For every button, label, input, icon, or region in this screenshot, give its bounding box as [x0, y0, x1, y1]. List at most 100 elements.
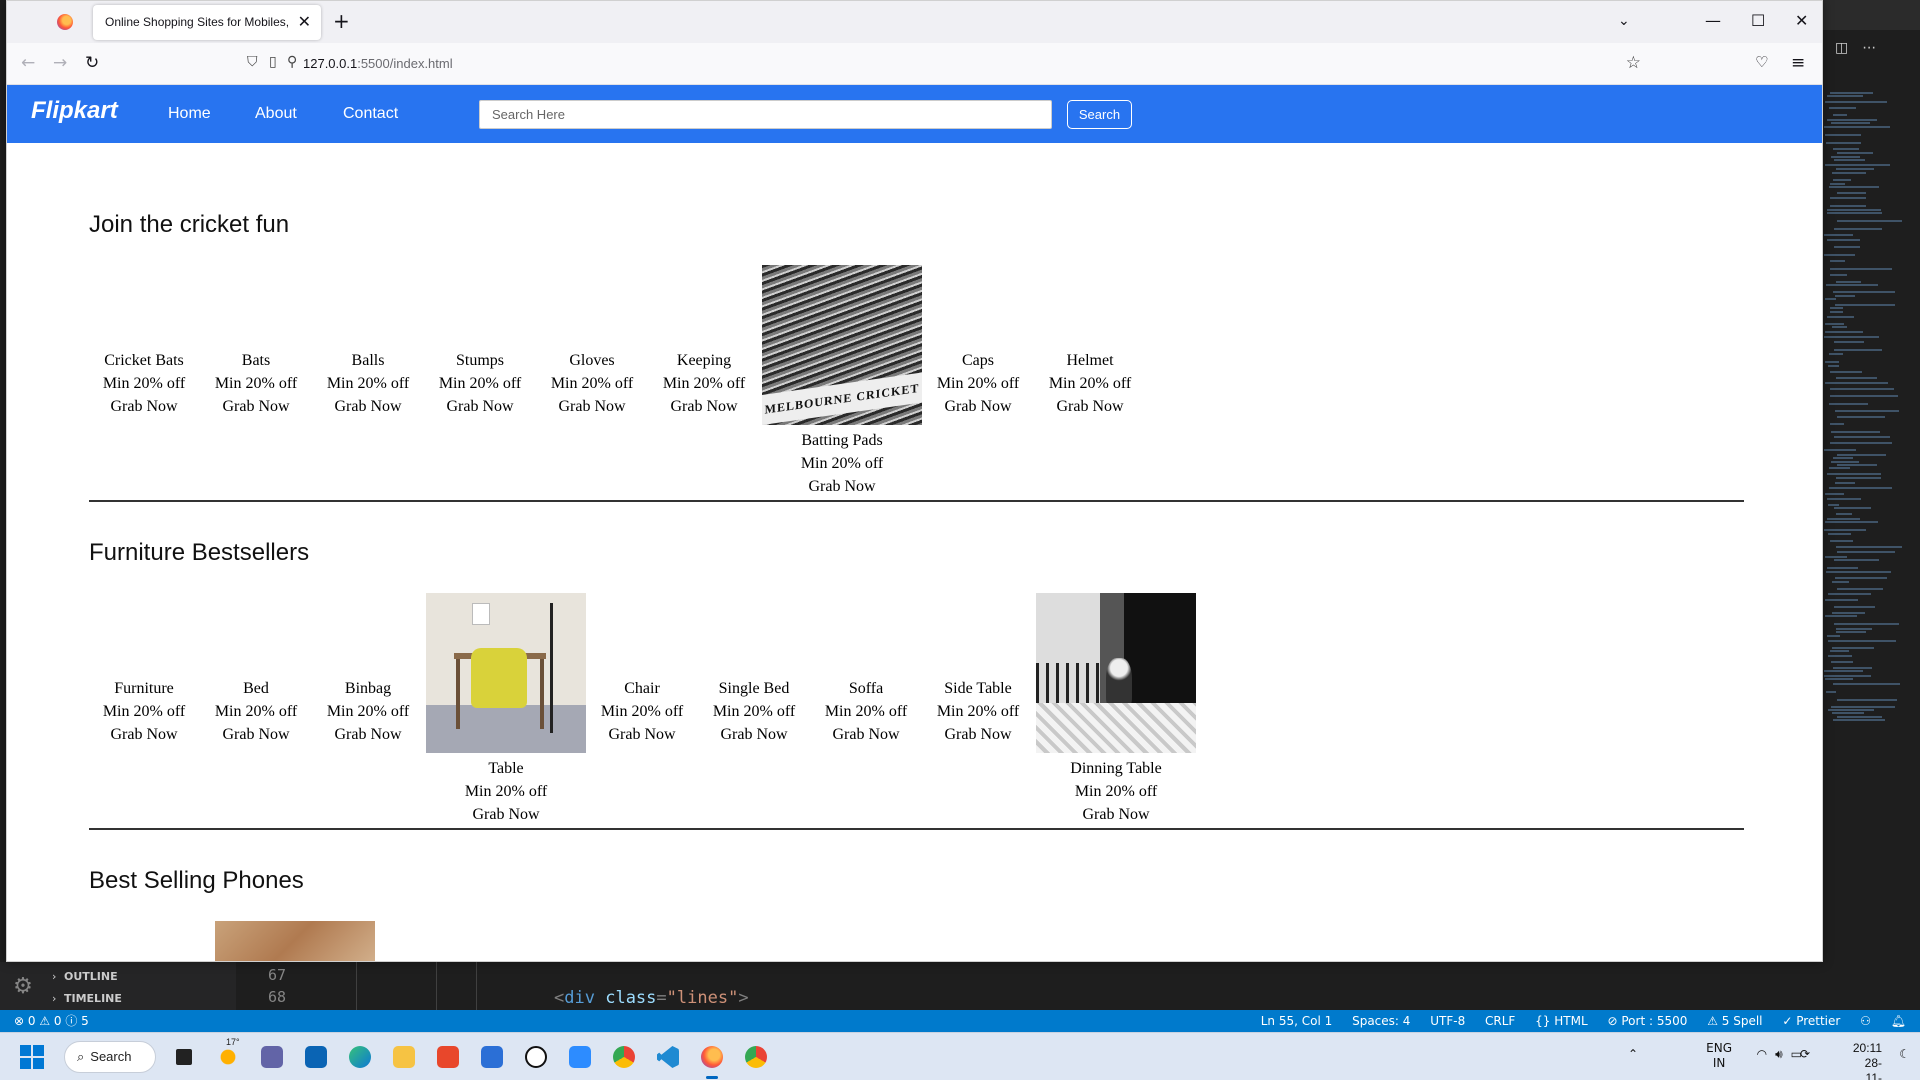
product-cta[interactable]: Grab Now	[923, 395, 1033, 418]
product-card[interactable]: Caps Min 20% off Grab Now	[923, 349, 1033, 418]
product-cta[interactable]: Grab Now	[923, 723, 1033, 746]
spell-check[interactable]: ⚠ 5 Spell	[1707, 1014, 1762, 1028]
product-card[interactable]: Bed Min 20% off Grab Now	[201, 677, 311, 746]
product-cta[interactable]: Grab Now	[762, 475, 922, 498]
product-cta[interactable]: Grab Now	[811, 723, 921, 746]
reload-button[interactable]: ↻	[85, 53, 99, 73]
product-cta[interactable]: Grab Now	[537, 395, 647, 418]
product-card[interactable]: Helmet Min 20% off Grab Now	[1035, 349, 1145, 418]
zoom-icon[interactable]	[564, 1041, 596, 1073]
product-card[interactable]: Dinning Table Min 20% off Grab Now	[1036, 593, 1196, 826]
product-card[interactable]: Keeping Min 20% off Grab Now	[649, 349, 759, 418]
start-button[interactable]	[20, 1045, 44, 1069]
pocket-icon[interactable]: ♡	[1755, 53, 1768, 71]
split-editor-icon[interactable]: ◫	[1835, 40, 1848, 56]
product-card[interactable]: MELBOURNE CRICKET Batting Pads Min 20% of…	[762, 265, 922, 498]
site-logo[interactable]: Flipkart	[31, 97, 118, 125]
new-tab-button[interactable]: +	[333, 9, 350, 33]
product-card[interactable]: Table Min 20% off Grab Now	[426, 593, 586, 826]
phone-photo[interactable]	[215, 921, 375, 961]
clock[interactable]: 20:1128-11-2022	[1853, 1041, 1882, 1080]
language-mode[interactable]: {} HTML	[1535, 1014, 1587, 1028]
product-card[interactable]: Cricket Bats Min 20% off Grab Now	[89, 349, 199, 418]
back-button[interactable]: ←	[21, 53, 35, 73]
account-icon[interactable]: ⚇	[1860, 1014, 1871, 1028]
office-icon[interactable]	[432, 1041, 464, 1073]
product-cta[interactable]: Grab Now	[89, 723, 199, 746]
product-card[interactable]: Gloves Min 20% off Grab Now	[537, 349, 647, 418]
product-cta[interactable]: Grab Now	[425, 395, 535, 418]
site-search-button[interactable]: Search	[1067, 100, 1132, 129]
bookmark-star-icon[interactable]: ☆	[1626, 53, 1641, 73]
chrome-icon[interactable]	[608, 1041, 640, 1073]
product-cta[interactable]: Grab Now	[89, 395, 199, 418]
weather-widget-icon[interactable]: 17°	[212, 1037, 244, 1073]
timeline-panel[interactable]: › TIMELINE	[52, 988, 122, 1010]
page-icon[interactable]: ▯	[269, 54, 277, 70]
product-cta[interactable]: Grab Now	[1036, 803, 1196, 826]
product-card[interactable]: Single Bed Min 20% off Grab Now	[699, 677, 809, 746]
close-tab-icon[interactable]: ✕	[298, 12, 311, 31]
more-actions-icon[interactable]: ⋯	[1862, 40, 1876, 56]
product-card[interactable]: Chair Min 20% off Grab Now	[587, 677, 697, 746]
outline-panel[interactable]: › OUTLINE	[52, 966, 118, 988]
indentation[interactable]: Spaces: 4	[1352, 1014, 1410, 1028]
live-server-port[interactable]: ⊘ Port : 5500	[1607, 1014, 1687, 1028]
product-cta[interactable]: Grab Now	[699, 723, 809, 746]
product-cta[interactable]: Grab Now	[426, 803, 586, 826]
edge-icon[interactable]	[344, 1041, 376, 1073]
product-card[interactable]: Stumps Min 20% off Grab Now	[425, 349, 535, 418]
language-indicator[interactable]: ENG IN	[1706, 1041, 1732, 1071]
focus-assist-icon[interactable]: ☾	[1899, 1047, 1910, 1061]
firefox-view-icon[interactable]	[57, 14, 73, 30]
minimap[interactable]	[1824, 92, 1914, 732]
product-cta[interactable]: Grab Now	[313, 395, 423, 418]
mail-icon[interactable]	[300, 1041, 332, 1073]
chrome-profile-icon[interactable]	[740, 1041, 772, 1073]
dell-icon[interactable]	[520, 1041, 552, 1073]
forward-button[interactable]: →	[53, 53, 67, 73]
line-ending[interactable]: CRLF	[1485, 1014, 1515, 1028]
dining-table-photo[interactable]	[1036, 593, 1196, 753]
nav-about[interactable]: About	[255, 105, 297, 123]
product-cta[interactable]: Grab Now	[201, 395, 311, 418]
teams-chat-icon[interactable]	[256, 1041, 288, 1073]
url-text[interactable]: 127.0.0.1:5500/index.html	[303, 56, 453, 71]
desk-chair-photo[interactable]	[426, 593, 586, 753]
store-icon[interactable]	[476, 1041, 508, 1073]
taskbar-search[interactable]: ⌕ Search	[64, 1041, 156, 1073]
permissions-icon[interactable]: ⚲	[287, 54, 297, 70]
product-cta[interactable]: Grab Now	[201, 723, 311, 746]
problems-indicator[interactable]: ⊗ 0 ⚠ 0 ⓘ 5	[14, 1010, 89, 1032]
menu-icon[interactable]: ≡	[1791, 53, 1805, 73]
product-card[interactable]: Side Table Min 20% off Grab Now	[923, 677, 1033, 746]
task-view-icon[interactable]	[168, 1041, 200, 1073]
product-card[interactable]: Soffa Min 20% off Grab Now	[811, 677, 921, 746]
file-explorer-icon[interactable]	[388, 1041, 420, 1073]
product-card[interactable]: Bats Min 20% off Grab Now	[201, 349, 311, 418]
shield-icon[interactable]: ⛉	[247, 54, 258, 70]
encoding[interactable]: UTF-8	[1430, 1014, 1465, 1028]
chevron-up-icon[interactable]: ⌃	[1628, 1047, 1638, 1061]
product-card[interactable]: Furniture Min 20% off Grab Now	[89, 677, 199, 746]
product-cta[interactable]: Grab Now	[313, 723, 423, 746]
active-tab[interactable]: Online Shopping Sites for Mobiles, E ✕	[93, 5, 321, 40]
close-window-button[interactable]: ✕	[1795, 11, 1808, 30]
minimize-button[interactable]: —	[1705, 11, 1721, 30]
manage-gear-icon[interactable]: ⚙	[10, 974, 36, 1000]
product-cta[interactable]: Grab Now	[649, 395, 759, 418]
firefox-icon[interactable]	[696, 1041, 728, 1079]
cursor-position[interactable]: Ln 55, Col 1	[1261, 1014, 1333, 1028]
nav-contact[interactable]: Contact	[343, 105, 398, 123]
nav-home[interactable]: Home	[168, 105, 211, 123]
list-all-tabs-icon[interactable]: ⌄	[1618, 13, 1630, 29]
prettier[interactable]: ✓ Prettier	[1782, 1014, 1840, 1028]
site-search-input[interactable]	[479, 100, 1052, 129]
code-line[interactable]: <div class="lines">	[554, 988, 749, 1008]
vscode-icon[interactable]	[652, 1041, 684, 1073]
url-bar[interactable]: ⛉ ▯ ⚲ 127.0.0.1:5500/index.html ☆	[241, 49, 1641, 79]
product-card[interactable]: Binbag Min 20% off Grab Now	[313, 677, 423, 746]
network-sound-battery[interactable]: ◠ 🔊︎ ▭	[1749, 1047, 1802, 1062]
product-cta[interactable]: Grab Now	[1035, 395, 1145, 418]
notifications-icon[interactable]: 🔔︎	[1891, 1014, 1906, 1028]
